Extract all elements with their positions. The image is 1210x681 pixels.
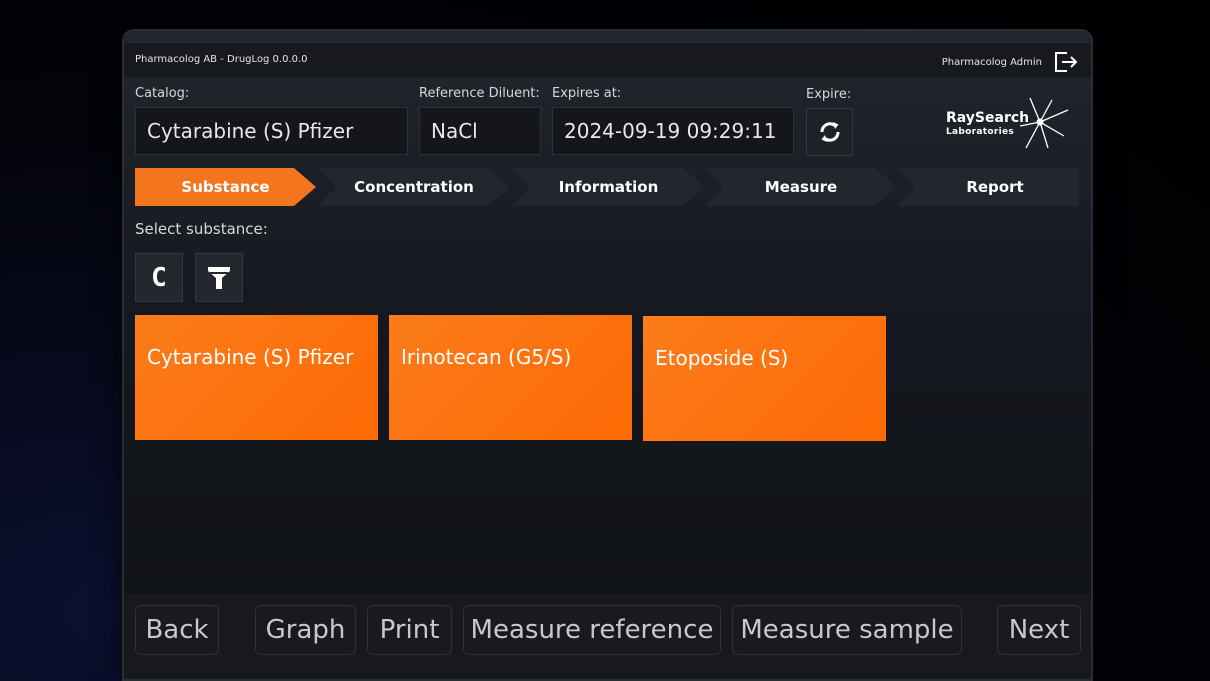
select-substance-label: Select substance:: [135, 220, 268, 238]
filter-button[interactable]: [195, 253, 243, 302]
measure-reference-button[interactable]: Measure reference: [463, 605, 721, 655]
next-button[interactable]: Next: [997, 605, 1081, 655]
bottom-toolbar: Back Graph Print Measure reference Measu…: [124, 594, 1091, 679]
step-substance[interactable]: Substance: [135, 168, 316, 206]
substance-tile-irinotecan[interactable]: Irinotecan (G5/S): [389, 315, 632, 440]
workflow-steps: Substance Concentration Information Meas…: [135, 168, 1079, 206]
expires-label: Expires at:: [552, 86, 622, 101]
catalog-field[interactable]: Cytarabine (S) Pfizer: [135, 107, 408, 155]
app-title: Pharmacolog AB - DrugLog 0.0.0.0: [135, 54, 308, 65]
expires-field[interactable]: 2024-09-19 09:29:11: [552, 107, 794, 155]
app-screen: Pharmacolog AB - DrugLog 0.0.0.0 Pharmac…: [124, 31, 1091, 679]
expire-button[interactable]: [806, 108, 853, 156]
diluent-field[interactable]: NaCl: [419, 107, 541, 155]
step-report[interactable]: Report: [897, 168, 1079, 206]
diluent-label: Reference Diluent:: [419, 86, 540, 101]
step-concentration[interactable]: Concentration: [318, 168, 510, 206]
clear-button[interactable]: C: [135, 253, 183, 302]
step-information[interactable]: Information: [512, 168, 705, 206]
substance-tile-cytarabine[interactable]: Cytarabine (S) Pfizer: [135, 315, 378, 440]
user-name: Pharmacolog Admin: [941, 57, 1042, 68]
logout-icon[interactable]: [1053, 51, 1079, 73]
step-measure[interactable]: Measure: [705, 168, 897, 206]
expire-label: Expire:: [806, 87, 852, 102]
starburst-icon: [1019, 97, 1069, 149]
filter-icon: [208, 266, 230, 289]
measure-sample-button[interactable]: Measure sample: [732, 605, 962, 655]
refresh-icon: [819, 122, 840, 142]
graph-button[interactable]: Graph: [255, 605, 356, 655]
print-button[interactable]: Print: [367, 605, 452, 655]
substance-tile-etoposide[interactable]: Etoposide (S): [643, 316, 886, 441]
back-button[interactable]: Back: [135, 605, 219, 655]
title-bar: Pharmacolog AB - DrugLog 0.0.0.0 Pharmac…: [124, 43, 1091, 77]
catalog-label: Catalog:: [135, 86, 190, 101]
raysearch-logo: RaySearch Laboratories: [942, 93, 1072, 153]
